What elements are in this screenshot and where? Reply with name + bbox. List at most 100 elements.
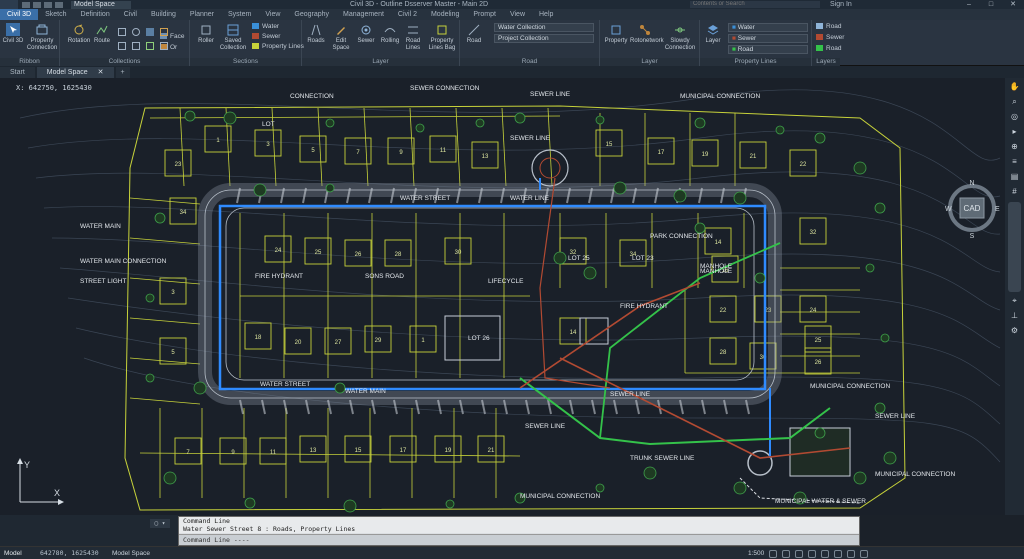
- layout-tab-model-space[interactable]: Model Space: [112, 548, 150, 559]
- tab-start[interactable]: Start: [0, 67, 35, 78]
- pan-icon[interactable]: ✋: [1008, 82, 1021, 93]
- trim-icon[interactable]: [146, 42, 154, 50]
- menu-tab[interactable]: Planner: [183, 9, 221, 20]
- property-button[interactable]: Property: [602, 23, 630, 45]
- close-tab-icon[interactable]: ✕: [98, 67, 104, 78]
- new-tab-button[interactable]: +: [115, 67, 130, 78]
- property-lines-bag-button[interactable]: Property Lines Bag: [425, 23, 459, 51]
- status-toggle-polar-icon[interactable]: [821, 549, 830, 558]
- save-icon[interactable]: [44, 1, 52, 8]
- status-toggle-model-icon[interactable]: [769, 549, 778, 558]
- menu-tab[interactable]: System: [221, 9, 258, 20]
- settings-icon[interactable]: ⚙: [1008, 326, 1021, 337]
- road-button[interactable]: Road: [462, 23, 486, 45]
- showmotion-icon[interactable]: ▸: [1008, 127, 1021, 138]
- menu-tab[interactable]: View: [503, 9, 532, 20]
- sign-in-link[interactable]: Sign In: [830, 0, 852, 9]
- ribbon: Civil 3D Property Connection Ribbon Rota…: [0, 20, 1024, 66]
- viewcube[interactable]: CAD N S W E: [942, 178, 1002, 240]
- road-layer-dropdown[interactable]: ■ Road: [728, 45, 808, 54]
- lot-number-label: 14: [715, 240, 722, 246]
- command-line-panel[interactable]: Command Line Water Sewer Street 8 : Road…: [178, 516, 860, 546]
- roller-button[interactable]: Roller: [194, 23, 218, 45]
- status-toggle-lwt-icon[interactable]: [860, 549, 869, 558]
- road-layer-toggle-2[interactable]: Road: [816, 45, 842, 53]
- menu-tab[interactable]: Geography: [287, 9, 336, 20]
- layer-button[interactable]: Layer: [702, 23, 724, 45]
- grid-icon[interactable]: #: [1008, 187, 1021, 198]
- open-icon[interactable]: [33, 1, 41, 8]
- water-collection-dropdown[interactable]: Water Collection: [494, 23, 594, 32]
- menu-tab[interactable]: Modeling: [424, 9, 466, 20]
- hatch-icon[interactable]: [146, 28, 154, 36]
- app-logo-icon[interactable]: [0, 0, 18, 9]
- rolling-button[interactable]: Rolling: [378, 23, 402, 45]
- annotation-scale[interactable]: 1:500: [748, 548, 764, 559]
- edit-space-button[interactable]: Edit Space: [329, 23, 353, 51]
- sewer-button[interactable]: Sewer: [354, 23, 378, 45]
- measure-icon[interactable]: ⊥: [1008, 311, 1021, 322]
- layer-list-icon[interactable]: ≡: [1008, 157, 1021, 168]
- menu-tab[interactable]: Management: [336, 9, 391, 20]
- workspace-select[interactable]: Model Space: [71, 0, 131, 9]
- command-input[interactable]: Command Line ----: [179, 534, 859, 545]
- status-toggle-3d-icon[interactable]: [847, 549, 856, 558]
- site-plan-drawing[interactable]: 135 7 9 11131517 19 21222324 25 26 28 30 32 3414161…: [0, 78, 1005, 515]
- scroll-handle-icon[interactable]: [1008, 202, 1021, 292]
- rotonetwork-button[interactable]: Rotonetwork: [630, 23, 664, 45]
- new-icon[interactable]: [22, 1, 30, 8]
- menu-tab[interactable]: View: [258, 9, 287, 20]
- line-icon[interactable]: [118, 28, 126, 36]
- lot-line: [129, 197, 201, 205]
- layout-menu-button[interactable]: ▢ ▾: [150, 519, 170, 528]
- offset-icon[interactable]: [160, 42, 168, 50]
- saved-collection-button[interactable]: Saved Collection: [218, 23, 248, 51]
- status-toggle-snap-icon[interactable]: [795, 549, 804, 558]
- menu-tab[interactable]: Prompt: [466, 9, 503, 20]
- property-lines-tool[interactable]: Property Lines: [252, 43, 304, 51]
- status-toggle-ortho-icon[interactable]: [808, 549, 817, 558]
- roads-button[interactable]: Roads: [304, 23, 328, 45]
- minimize-icon[interactable]: –: [958, 0, 980, 9]
- tab-model-space[interactable]: Model Space ✕: [36, 67, 114, 78]
- road-lines-button[interactable]: Road Lines: [402, 23, 424, 51]
- water-tool[interactable]: Water: [252, 23, 279, 31]
- property-connection-button[interactable]: Property Connection: [26, 23, 58, 51]
- sewer-layer-toggle[interactable]: Sewer: [816, 34, 844, 42]
- rotation-button[interactable]: Rotation: [66, 23, 92, 45]
- sewer-layer-dropdown[interactable]: ■ Sewer: [728, 34, 808, 43]
- project-collection-dropdown[interactable]: Project Collection: [494, 34, 594, 43]
- menu-tab[interactable]: Civil: [117, 9, 144, 20]
- layout-tab-model[interactable]: Model: [4, 548, 22, 559]
- properties-icon[interactable]: ▤: [1008, 172, 1021, 183]
- steering-wheel-icon[interactable]: ⊕: [1008, 142, 1021, 153]
- menu-tab[interactable]: Sketch: [38, 9, 73, 20]
- status-toggle-osnap-icon[interactable]: [834, 549, 843, 558]
- plan-label-street-light: STREET LIGHT: [80, 278, 127, 285]
- move-icon[interactable]: [118, 42, 126, 50]
- menu-tab[interactable]: Help: [532, 9, 560, 20]
- plan-label-park-label: PARK CONNECTION: [650, 233, 713, 240]
- sewer-tool[interactable]: Sewer: [252, 33, 280, 41]
- undo-icon[interactable]: [55, 1, 63, 8]
- status-toggle-grid-icon[interactable]: [782, 549, 791, 558]
- close-icon[interactable]: ✕: [1002, 0, 1024, 9]
- menu-tab[interactable]: Definition: [74, 9, 117, 20]
- snap-icon[interactable]: ⌖: [1008, 296, 1021, 307]
- copy-icon[interactable]: [132, 42, 140, 50]
- polyline-icon[interactable]: [160, 28, 168, 36]
- water-layer-dropdown[interactable]: ■ Water: [728, 23, 808, 32]
- circle-icon[interactable]: [132, 28, 140, 36]
- drawing-viewport[interactable]: 1 3 5 7 9 11 13 15 17 19 21 22 23 24 25 26 28 30 32 34 14 16 1…: [0, 78, 1005, 515]
- route-button[interactable]: Route: [92, 23, 112, 45]
- orbit-icon[interactable]: ◎: [1008, 112, 1021, 123]
- slowdy-connection-button[interactable]: Slowdy Connection: [662, 23, 698, 51]
- maximize-icon[interactable]: □: [980, 0, 1002, 9]
- civil3d-button[interactable]: Civil 3D: [2, 23, 24, 45]
- menu-tab[interactable]: Building: [144, 9, 183, 20]
- menu-tab[interactable]: Civil 3D: [0, 9, 39, 20]
- zoom-icon[interactable]: ⌕: [1008, 97, 1021, 108]
- search-input[interactable]: [690, 1, 820, 8]
- road-layer-toggle[interactable]: Road: [816, 23, 842, 31]
- menu-tab[interactable]: Civil 2: [391, 9, 424, 20]
